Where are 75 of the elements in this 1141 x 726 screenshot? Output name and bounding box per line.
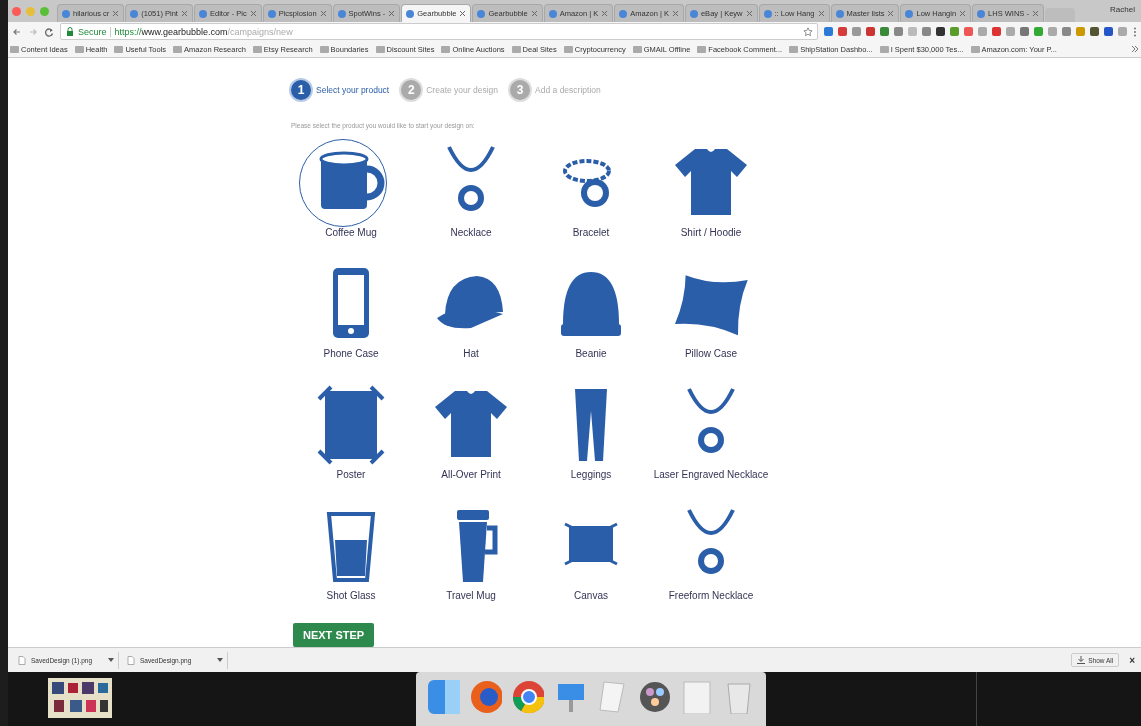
step-number: 2 <box>401 80 422 100</box>
close-tab-icon[interactable] <box>671 10 679 17</box>
product-option[interactable]: Bracelet <box>531 143 651 238</box>
product-option[interactable]: Freeform Necklace <box>651 506 771 601</box>
forward-icon[interactable] <box>28 26 38 37</box>
product-option[interactable]: Phone Case <box>291 264 411 359</box>
close-tab-icon[interactable] <box>959 10 967 17</box>
back-icon[interactable] <box>12 26 22 37</box>
favicon-icon <box>763 9 772 18</box>
star-icon[interactable] <box>803 26 813 37</box>
close-tab-icon[interactable] <box>530 10 538 17</box>
product-option[interactable]: Hat <box>411 264 531 359</box>
step-label: Add a description <box>535 85 601 95</box>
caret-icon[interactable] <box>108 657 114 663</box>
zoom-window-icon[interactable] <box>40 7 49 16</box>
favicon-icon <box>62 9 70 18</box>
product-option[interactable]: Canvas <box>531 506 651 601</box>
product-option[interactable]: All-Over Print <box>411 385 531 480</box>
product-option[interactable]: Pillow Case <box>651 264 771 359</box>
url-text: https://www.gearbubble.com/campaigns/new <box>109 26 293 37</box>
product-option[interactable]: Shirt / Hoodie <box>651 143 771 238</box>
product-option[interactable]: Poster <box>291 385 411 480</box>
product-option[interactable]: Shot Glass <box>291 506 411 601</box>
close-tab-icon[interactable] <box>887 10 895 17</box>
step-label: Select your product <box>316 85 390 95</box>
download-icon <box>1077 656 1086 664</box>
favicon-icon <box>198 9 207 18</box>
lock-icon <box>65 26 75 37</box>
product-option[interactable]: Beanie <box>531 264 651 359</box>
favicon-icon <box>267 9 276 18</box>
close-tab-icon[interactable] <box>388 10 396 17</box>
favicon-icon <box>406 9 415 18</box>
favicon-icon <box>619 9 628 18</box>
close-icon[interactable]: × <box>1123 654 1135 666</box>
product-option[interactable]: Necklace <box>411 143 531 238</box>
profile-name[interactable]: Rachel <box>1104 5 1141 22</box>
file-icon <box>127 655 135 665</box>
close-tab-icon[interactable] <box>817 10 825 17</box>
close-tab-icon[interactable] <box>601 10 609 17</box>
finder-icon[interactable] <box>428 680 460 714</box>
close-tab-icon[interactable] <box>180 10 188 17</box>
favicon-icon <box>548 9 557 18</box>
caret-icon[interactable] <box>217 657 223 663</box>
close-tab-icon[interactable] <box>249 10 257 17</box>
favicon-icon <box>835 9 844 18</box>
close-tab-icon[interactable] <box>112 10 120 17</box>
close-tab-icon[interactable] <box>319 10 327 17</box>
address-field[interactable]: Secure https://www.gearbubble.com/campaigns/new <box>60 23 818 40</box>
step-label: Create your design <box>426 85 499 95</box>
film-reel-icon[interactable] <box>638 680 670 714</box>
favicon-icon <box>130 9 139 18</box>
favicon-icon <box>689 9 698 18</box>
favicon-icon <box>977 9 986 18</box>
secure-label: Secure <box>78 26 107 37</box>
documents-stack-icon[interactable] <box>680 680 712 714</box>
favicon-icon <box>905 9 914 18</box>
favicon-icon <box>337 9 346 18</box>
close-tab-icon[interactable] <box>745 10 753 17</box>
close-tab-icon[interactable] <box>459 10 467 17</box>
reload-icon[interactable] <box>44 26 54 37</box>
browser-icon[interactable] <box>512 680 544 714</box>
product-option[interactable]: Coffee Mug <box>291 143 411 238</box>
favicon-icon <box>477 9 486 18</box>
step-number: 1 <box>291 80 311 100</box>
product-option[interactable]: Laser Engraved Necklace <box>651 385 771 480</box>
close-window-icon[interactable] <box>12 7 21 16</box>
menu-icon[interactable] <box>1133 26 1137 37</box>
close-tab-icon[interactable] <box>1031 10 1039 17</box>
product-option[interactable]: Leggings <box>531 385 651 480</box>
chevrons-icon[interactable] <box>1131 45 1139 53</box>
file-icon <box>18 655 26 665</box>
step-number: 3 <box>510 80 531 100</box>
product-option[interactable]: Travel Mug <box>411 506 531 601</box>
document-icon[interactable] <box>596 680 628 714</box>
next-step-button[interactable]: NEXT STEP <box>293 623 375 647</box>
